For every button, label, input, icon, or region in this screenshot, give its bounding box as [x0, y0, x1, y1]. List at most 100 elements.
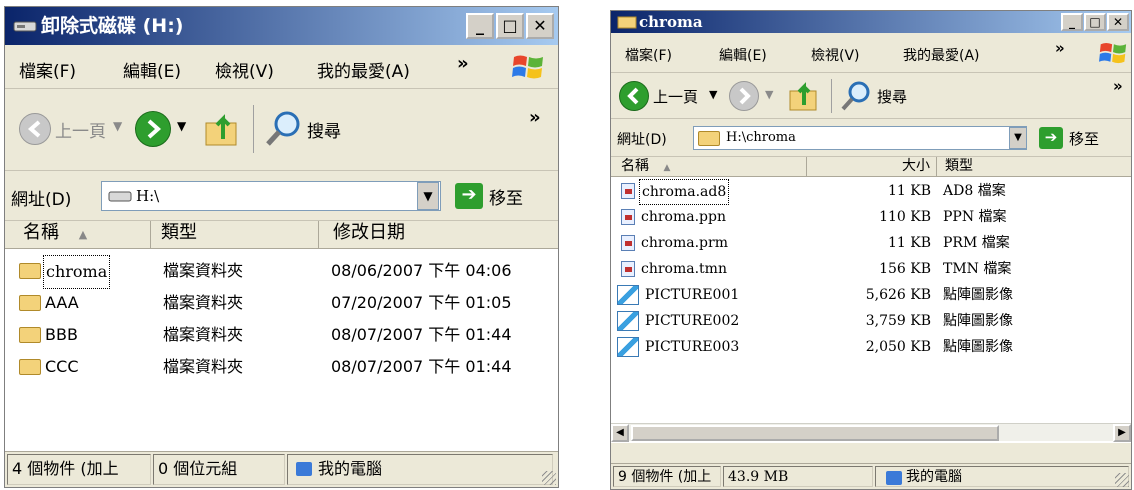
forward-arrow-icon[interactable]	[729, 81, 759, 111]
horizontal-scrollbar[interactable]: ◀ ▶	[611, 423, 1131, 442]
list-item[interactable]: chroma.ppn 110 KB PPN 檔案	[611, 205, 1131, 229]
toolbar: 上一頁 ▼ ▼ 搜尋 »	[611, 73, 1131, 119]
file-icon	[621, 183, 635, 199]
back-dropdown-icon[interactable]: ▼	[709, 88, 717, 101]
address-dropdown-icon[interactable]: ▼	[417, 182, 439, 210]
address-bar: 網址(D) H:\chroma ▼ ➔ 移至	[611, 119, 1131, 157]
search-button-label[interactable]: 搜尋	[877, 86, 907, 107]
removable-disk-icon	[13, 21, 37, 32]
item-date: 08/07/2007 下午 01:44	[331, 325, 512, 344]
folder-icon	[19, 295, 41, 311]
item-name: PICTURE002	[645, 313, 740, 329]
list-item[interactable]: PICTURE002 3,759 KB 點陣圖影像	[611, 309, 1131, 333]
item-name: chroma.ppn	[641, 209, 726, 225]
back-dropdown-icon[interactable]: ▼	[113, 119, 122, 133]
folder-icon	[19, 359, 41, 375]
status-object-count: 4 個物件 (加上	[7, 454, 151, 485]
column-header-type[interactable]: 類型	[937, 157, 1131, 177]
back-button-label[interactable]: 上一頁	[653, 86, 698, 107]
folder-open-icon	[617, 16, 637, 29]
sort-ascending-icon: ▲	[663, 163, 671, 173]
menu-favorites[interactable]: 我的最愛(A)	[903, 45, 980, 65]
go-button-label[interactable]: 移至	[489, 184, 523, 209]
item-type: 點陣圖影像	[943, 339, 1013, 355]
back-arrow-icon[interactable]	[19, 113, 51, 145]
status-bar: 4 個物件 (加上 0 個位元組 我的電腦	[5, 451, 558, 487]
back-arrow-icon[interactable]	[619, 81, 649, 111]
menu-view[interactable]: 檢視(V)	[215, 57, 274, 82]
window-title: 卸除式磁碟 (H:)	[41, 15, 184, 37]
title-bar[interactable]: chroma _ □ ✕	[611, 11, 1131, 33]
column-header-name[interactable]: 名稱 ▲	[5, 221, 151, 249]
column-header-size[interactable]: 大小	[807, 157, 937, 177]
go-button-label[interactable]: 移至	[1069, 128, 1099, 149]
search-icon[interactable]	[839, 79, 873, 113]
file-icon	[621, 209, 635, 225]
title-bar[interactable]: 卸除式磁碟 (H:) _ □ ✕	[5, 7, 558, 45]
search-icon[interactable]	[263, 109, 303, 149]
column-header-type[interactable]: 類型	[151, 221, 319, 249]
address-label: 網址(D)	[11, 190, 72, 210]
minimize-button[interactable]: _	[1061, 13, 1083, 31]
item-name: PICTURE003	[645, 339, 740, 355]
bitmap-icon	[617, 311, 639, 331]
menu-file[interactable]: 檔案(F)	[625, 45, 672, 65]
column-header-modified[interactable]: 修改日期	[319, 221, 558, 249]
item-size: 11 KB	[887, 235, 931, 251]
maximize-button[interactable]: □	[496, 13, 524, 39]
forward-dropdown-icon[interactable]: ▼	[177, 119, 186, 133]
folder-up-icon[interactable]	[787, 79, 821, 113]
item-name: chroma.prm	[641, 235, 728, 251]
menu-favorites[interactable]: 我的最愛(A)	[317, 57, 410, 82]
list-item[interactable]: chroma.tmn 156 KB TMN 檔案	[611, 257, 1131, 281]
resize-grip-icon[interactable]	[542, 471, 556, 485]
scroll-right-icon[interactable]: ▶	[1113, 424, 1131, 442]
go-arrow-icon[interactable]: ➔	[455, 183, 483, 209]
address-dropdown-icon[interactable]: ▼	[1009, 127, 1027, 149]
folder-up-icon[interactable]	[203, 109, 243, 149]
address-input[interactable]: H:\	[101, 181, 441, 211]
scroll-left-icon[interactable]: ◀	[611, 424, 629, 442]
menu-more-chevron-icon[interactable]: »	[457, 53, 469, 74]
back-button-label[interactable]: 上一頁	[55, 117, 106, 142]
close-button[interactable]: ✕	[1107, 13, 1129, 31]
forward-arrow-icon[interactable]	[135, 111, 171, 147]
menu-edit[interactable]: 編輯(E)	[719, 45, 767, 65]
item-type: 檔案資料夾	[163, 325, 244, 344]
bitmap-icon	[617, 337, 639, 357]
toolbar-more-chevron-icon[interactable]: »	[1113, 77, 1123, 95]
item-size: 5,626 KB	[865, 287, 931, 303]
toolbar-more-chevron-icon[interactable]: »	[529, 107, 541, 128]
close-button[interactable]: ✕	[526, 13, 554, 39]
search-button-label[interactable]: 搜尋	[307, 117, 341, 142]
menu-edit[interactable]: 編輯(E)	[123, 57, 181, 82]
list-item[interactable]: PICTURE003 2,050 KB 點陣圖影像	[611, 335, 1131, 359]
toolbar-separator	[253, 105, 254, 153]
menu-bar: 檔案(F) 編輯(E) 檢視(V) 我的最愛(A) »	[5, 45, 558, 89]
forward-dropdown-icon[interactable]: ▼	[765, 88, 773, 101]
minimize-button[interactable]: _	[466, 13, 494, 39]
list-item[interactable]: chroma.prm 11 KB PRM 檔案	[611, 231, 1131, 255]
item-size: 11 KB	[887, 183, 931, 199]
menu-file[interactable]: 檔案(F)	[19, 57, 76, 82]
address-bar: 網址(D) H:\ ▼ ➔ 移至	[5, 171, 558, 221]
folder-icon	[698, 131, 720, 146]
item-date: 08/06/2007 下午 04:06	[331, 261, 512, 280]
file-list: 名稱 ▲ 大小 類型 chroma.ad8 11 KB AD8 檔案 chrom…	[611, 157, 1131, 443]
go-arrow-icon[interactable]: ➔	[1039, 127, 1063, 149]
item-name: chroma	[43, 255, 111, 289]
resize-grip-icon[interactable]	[1115, 473, 1129, 487]
drive-icon	[108, 191, 132, 202]
menu-more-chevron-icon[interactable]: »	[1055, 39, 1065, 57]
list-item[interactable]: chroma.ad8 11 KB AD8 檔案	[611, 179, 1131, 205]
explorer-window-removable-disk: 卸除式磁碟 (H:) _ □ ✕ 檔案(F) 編輯(E) 檢視(V) 我的最愛(…	[4, 6, 559, 488]
windows-logo-icon	[1099, 42, 1127, 64]
window-title: chroma	[639, 13, 703, 31]
list-item[interactable]: PICTURE001 5,626 KB 點陣圖影像	[611, 283, 1131, 307]
scrollbar-thumb[interactable]	[631, 425, 999, 441]
toolbar: 上一頁 ▼ ▼ 搜尋 »	[5, 89, 558, 171]
address-input[interactable]: H:\chroma	[693, 126, 1027, 150]
column-header-name[interactable]: 名稱 ▲	[611, 157, 807, 177]
maximize-button[interactable]: □	[1084, 13, 1106, 31]
menu-view[interactable]: 檢視(V)	[811, 45, 860, 65]
